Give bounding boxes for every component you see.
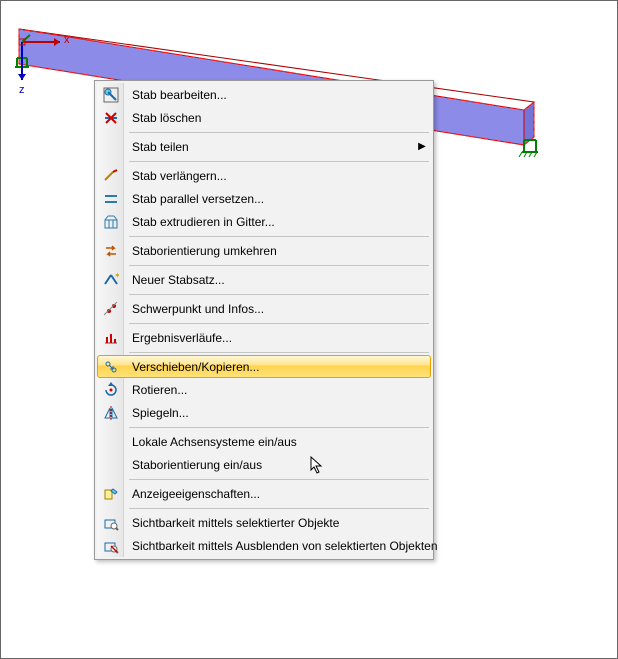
menu-item-label: Ergebnisverläufe... [124, 331, 430, 345]
menu-item-divide-member[interactable]: Stab teilen▶ [97, 135, 431, 158]
menu-item-label: Staborientierung ein/aus [124, 458, 430, 472]
menu-item-orient-onoff[interactable]: Staborientierung ein/aus [97, 453, 431, 476]
context-menu: Stab bearbeiten... Stab löschen Stab teile… [94, 80, 434, 560]
visibility-hide-icon [98, 535, 124, 556]
menu-item-offset-parallel[interactable]: Stab parallel versetzen... [97, 187, 431, 210]
model-viewport[interactable]: x z Stab bearbeiten... Stab löschen Stab t… [2, 2, 616, 657]
menu-item-centroid-info[interactable]: Schwerpunkt und Infos... [97, 297, 431, 320]
no-icon [98, 431, 124, 452]
menu-item-label: Stab parallel versetzen... [124, 192, 430, 206]
menu-item-vis-hide-selected[interactable]: Sichtbarkeit mittels Ausblenden von sele… [97, 534, 431, 557]
extrude-grid-icon [98, 211, 124, 232]
menu-item-label: Staborientierung umkehren [124, 244, 430, 258]
visibility-keep-icon [98, 512, 124, 533]
reverse-orient-icon [98, 240, 124, 261]
menu-item-label: Spiegeln... [124, 406, 430, 420]
menu-item-label: Stab extrudieren in Gitter... [124, 215, 430, 229]
extend-member-icon [98, 165, 124, 186]
menu-item-label: Stab löschen [124, 111, 430, 125]
menu-item-mirror[interactable]: Spiegeln... [97, 401, 431, 424]
menu-item-rotate[interactable]: Rotieren... [97, 378, 431, 401]
result-diagram-icon [98, 327, 124, 348]
centroid-icon [98, 298, 124, 319]
new-set-icon: ✶ [98, 269, 124, 290]
edit-member-icon [98, 84, 124, 105]
menu-item-extend-member[interactable]: Stab verlängern... [97, 164, 431, 187]
parallel-offset-icon [98, 188, 124, 209]
menu-item-new-memberset[interactable]: ✶ Neuer Stabsatz... [97, 268, 431, 291]
menu-item-label: Rotieren... [124, 383, 430, 397]
mirror-icon [98, 402, 124, 423]
menu-item-label: Stab teilen [124, 140, 414, 154]
menu-item-label: Lokale Achsensysteme ein/aus [124, 435, 430, 449]
rotate-icon [98, 379, 124, 400]
menu-item-label: Anzeigeeigenschaften... [124, 487, 430, 501]
axis-label-z: z [19, 84, 25, 96]
no-icon [98, 454, 124, 475]
menu-item-display-props[interactable]: Anzeigeeigenschaften... [97, 482, 431, 505]
menu-item-label: Stab bearbeiten... [124, 88, 430, 102]
menu-item-label: Verschieben/Kopieren... [124, 360, 430, 374]
menu-item-edit-member[interactable]: Stab bearbeiten... [97, 83, 431, 106]
menu-item-result-diagrams[interactable]: Ergebnisverläufe... [97, 326, 431, 349]
move-copy-icon [98, 356, 124, 377]
menu-item-label: Sichtbarkeit mittels selektierter Objekt… [124, 516, 430, 530]
menu-item-move-copy[interactable]: Verschieben/Kopieren... [97, 355, 431, 378]
menu-item-vis-by-selected[interactable]: Sichtbarkeit mittels selektierter Objekt… [97, 511, 431, 534]
menu-item-label: Schwerpunkt und Infos... [124, 302, 430, 316]
svg-text:✶: ✶ [114, 272, 119, 280]
delete-member-icon [98, 107, 124, 128]
submenu-arrow-icon: ▶ [414, 141, 430, 152]
app-frame: x z Stab bearbeiten... Stab löschen Stab t… [0, 0, 618, 659]
display-props-icon [98, 483, 124, 504]
menu-item-reverse-orient[interactable]: Staborientierung umkehren [97, 239, 431, 262]
menu-item-label: Neuer Stabsatz... [124, 273, 430, 287]
menu-item-label: Stab verlängern... [124, 169, 430, 183]
no-icon [98, 136, 124, 157]
menu-item-local-axes[interactable]: Lokale Achsensysteme ein/aus [97, 430, 431, 453]
menu-item-extrude-grid[interactable]: Stab extrudieren in Gitter... [97, 210, 431, 233]
menu-item-delete-member[interactable]: Stab löschen [97, 106, 431, 129]
menu-item-label: Sichtbarkeit mittels Ausblenden von sele… [124, 539, 438, 553]
axis-label-x: x [64, 34, 70, 46]
